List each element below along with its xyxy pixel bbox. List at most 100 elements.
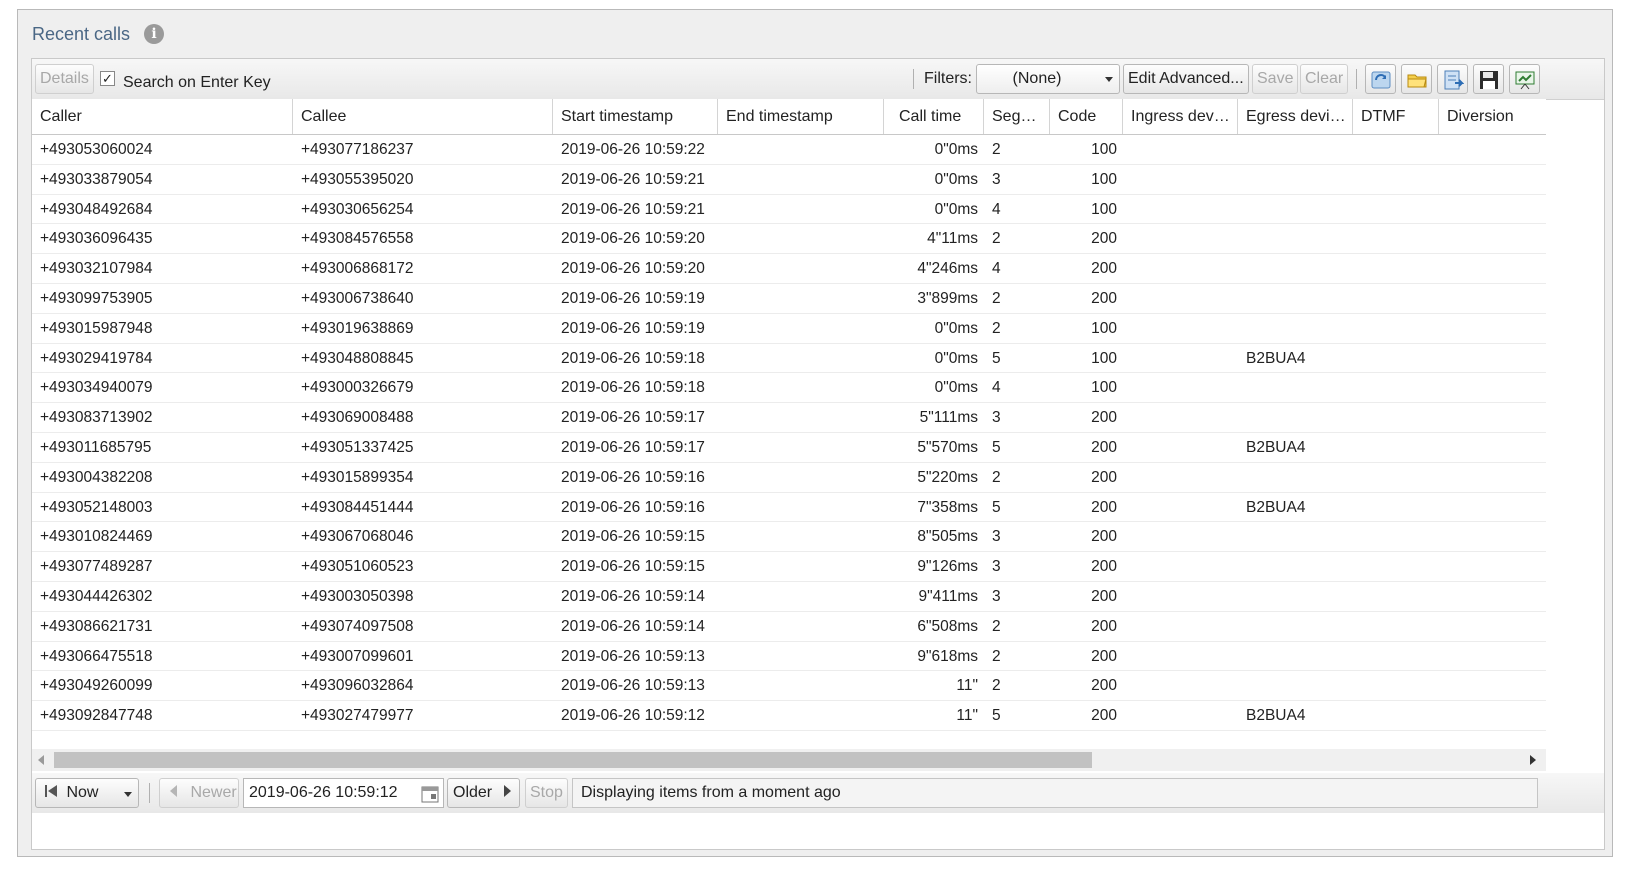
cell-call-time: 4"11ms (927, 230, 978, 248)
table-row[interactable]: +493053060024 +493077186237 2019-06-26 10:… (32, 135, 1546, 165)
column-header-callee[interactable]: Callee (293, 99, 553, 134)
table-row[interactable]: +493066475518 +493007099601 2019-06-26 10:… (32, 642, 1546, 672)
cell-end-timestamp (718, 314, 884, 343)
scroll-right-icon[interactable] (1530, 755, 1536, 765)
cell-ingress-device (1123, 671, 1238, 700)
cell-ingress-device (1123, 552, 1238, 581)
cell-ingress-device (1123, 373, 1238, 402)
cell-callee: +493096032864 (301, 677, 414, 695)
export-button[interactable] (1437, 64, 1468, 94)
cell-call-time: 5"570ms (917, 438, 978, 456)
column-header-call-time[interactable]: Call time (884, 99, 984, 134)
cell-dtmf (1353, 165, 1439, 194)
column-header-egress-device[interactable]: Egress devi… (1238, 99, 1353, 134)
cell-dtmf (1353, 701, 1439, 730)
cell-caller: +493048492684 (40, 200, 153, 218)
cell-segments: 4 (992, 379, 1001, 397)
table-row[interactable]: +493034940079 +493000326679 2019-06-26 10:… (32, 373, 1546, 404)
table-row[interactable]: +493032107984 +493006868172 2019-06-26 10:… (32, 254, 1546, 284)
column-header-code[interactable]: Code (1050, 99, 1123, 134)
table-row[interactable]: +493092847748 +493027479977 2019-06-26 10:… (32, 701, 1546, 731)
scroll-left-icon[interactable] (38, 755, 44, 765)
edit-advanced-button[interactable]: Edit Advanced... (1123, 64, 1249, 94)
now-button[interactable]: Now (35, 778, 139, 808)
cell-ingress-device (1123, 165, 1238, 194)
table-row[interactable]: +493036096435 +493084576558 2019-06-26 10:… (32, 224, 1546, 255)
column-header-start-timestamp[interactable]: Start timestamp (553, 99, 718, 134)
cell-dtmf (1353, 433, 1439, 462)
cell-diversion (1439, 373, 1546, 402)
table-row[interactable]: +493052148003 +493084451444 2019-06-26 10:… (32, 493, 1546, 523)
column-header-segments[interactable]: Seg… (984, 99, 1050, 134)
refresh-icon (1371, 71, 1391, 89)
cell-caller: +493033879054 (40, 170, 153, 188)
cell-start-timestamp: 2019-06-26 10:59:19 (561, 289, 705, 307)
cell-start-timestamp: 2019-06-26 10:59:12 (561, 707, 705, 725)
cell-code: 100 (1091, 349, 1117, 367)
column-header-diversion[interactable]: Diversion (1439, 99, 1546, 134)
table-row[interactable]: +493004382208 +493015899354 2019-06-26 10:… (32, 463, 1546, 493)
filters-label: Filters: (924, 70, 972, 87)
cell-diversion (1439, 642, 1546, 671)
newer-button[interactable]: Newer (159, 778, 239, 808)
cell-code: 100 (1091, 141, 1117, 158)
cell-code: 200 (1091, 289, 1117, 307)
table-row[interactable]: +493033879054 +493055395020 2019-06-26 10:… (32, 165, 1546, 195)
cell-dtmf (1353, 552, 1439, 581)
search-on-enter-checkbox[interactable]: ✓ (100, 71, 115, 86)
cell-ingress-device (1123, 701, 1238, 730)
info-icon[interactable]: i (144, 24, 165, 44)
cell-callee: +493048808845 (301, 349, 414, 367)
table-row[interactable]: +493049260099 +493096032864 2019-06-26 10:… (32, 671, 1546, 702)
save-filter-button[interactable]: Save (1252, 64, 1299, 94)
cell-ingress-device (1123, 582, 1238, 611)
calendar-icon[interactable] (421, 785, 439, 803)
toolbar-separator (913, 69, 914, 89)
stop-button[interactable]: Stop (525, 778, 568, 808)
cell-ingress-device (1123, 493, 1238, 522)
column-header-ingress-device[interactable]: Ingress dev… (1123, 99, 1238, 134)
table-row[interactable]: +493086621731 +493074097508 2019-06-26 10:… (32, 612, 1546, 642)
table-row[interactable]: +493044426302 +493003050398 2019-06-26 10:… (32, 582, 1546, 612)
cell-ingress-device (1123, 642, 1238, 671)
cell-ingress-device (1123, 344, 1238, 373)
clear-filter-button[interactable]: Clear (1300, 64, 1349, 94)
panel-header: Recent calls i (18, 10, 1612, 58)
cell-segments: 3 (992, 528, 1001, 546)
cell-end-timestamp (718, 403, 884, 432)
save-button[interactable] (1473, 64, 1504, 94)
refresh-button[interactable] (1365, 64, 1396, 94)
cell-code: 200 (1091, 409, 1117, 427)
date-time-input[interactable]: 2019-06-26 10:59:12 (243, 778, 444, 808)
table-row[interactable]: +493015987948 +493019638869 2019-06-26 10:… (32, 314, 1546, 344)
open-button[interactable] (1401, 64, 1432, 94)
table-row[interactable]: +493083713902 +493069008488 2019-06-26 10:… (32, 403, 1546, 433)
presentation-button[interactable] (1509, 64, 1540, 94)
calls-table-body: +493053060024 +493077186237 2019-06-26 10:… (32, 135, 1546, 731)
column-header-end-timestamp[interactable]: End timestamp (718, 99, 884, 134)
cell-ingress-device (1123, 224, 1238, 253)
cell-diversion (1439, 403, 1546, 432)
cell-dtmf (1353, 135, 1439, 164)
cell-call-time: 9"618ms (917, 647, 978, 665)
filters-select[interactable]: (None) (976, 64, 1120, 94)
table-row[interactable]: +493029419784 +493048808845 2019-06-26 10:… (32, 344, 1546, 374)
table-row[interactable]: +493010824469 +493067068046 2019-06-26 10:… (32, 522, 1546, 553)
first-page-icon (45, 785, 57, 797)
cell-callee: +493084451444 (301, 498, 414, 516)
column-header-dtmf[interactable]: DTMF (1353, 99, 1439, 134)
cell-callee: +493051337425 (301, 438, 414, 456)
details-button[interactable]: Details (35, 64, 94, 94)
table-row[interactable]: +493048492684 +493030656254 2019-06-26 10:… (32, 195, 1546, 225)
table-row[interactable]: +493099753905 +493006738640 2019-06-26 10:… (32, 284, 1546, 314)
cell-egress-device (1238, 254, 1353, 283)
table-row[interactable]: +493077489287 +493051060523 2019-06-26 10:… (32, 552, 1546, 582)
cell-start-timestamp: 2019-06-26 10:59:14 (561, 587, 705, 605)
column-header-caller[interactable]: Caller (32, 99, 293, 134)
presentation-icon (1515, 71, 1535, 90)
table-row[interactable]: +493011685795 +493051337425 2019-06-26 10:… (32, 433, 1546, 463)
horizontal-scrollbar[interactable] (32, 749, 1546, 771)
scrollbar-thumb[interactable] (54, 752, 1092, 768)
older-button[interactable]: Older (447, 778, 520, 808)
cell-call-time: 0"0ms (934, 379, 978, 397)
